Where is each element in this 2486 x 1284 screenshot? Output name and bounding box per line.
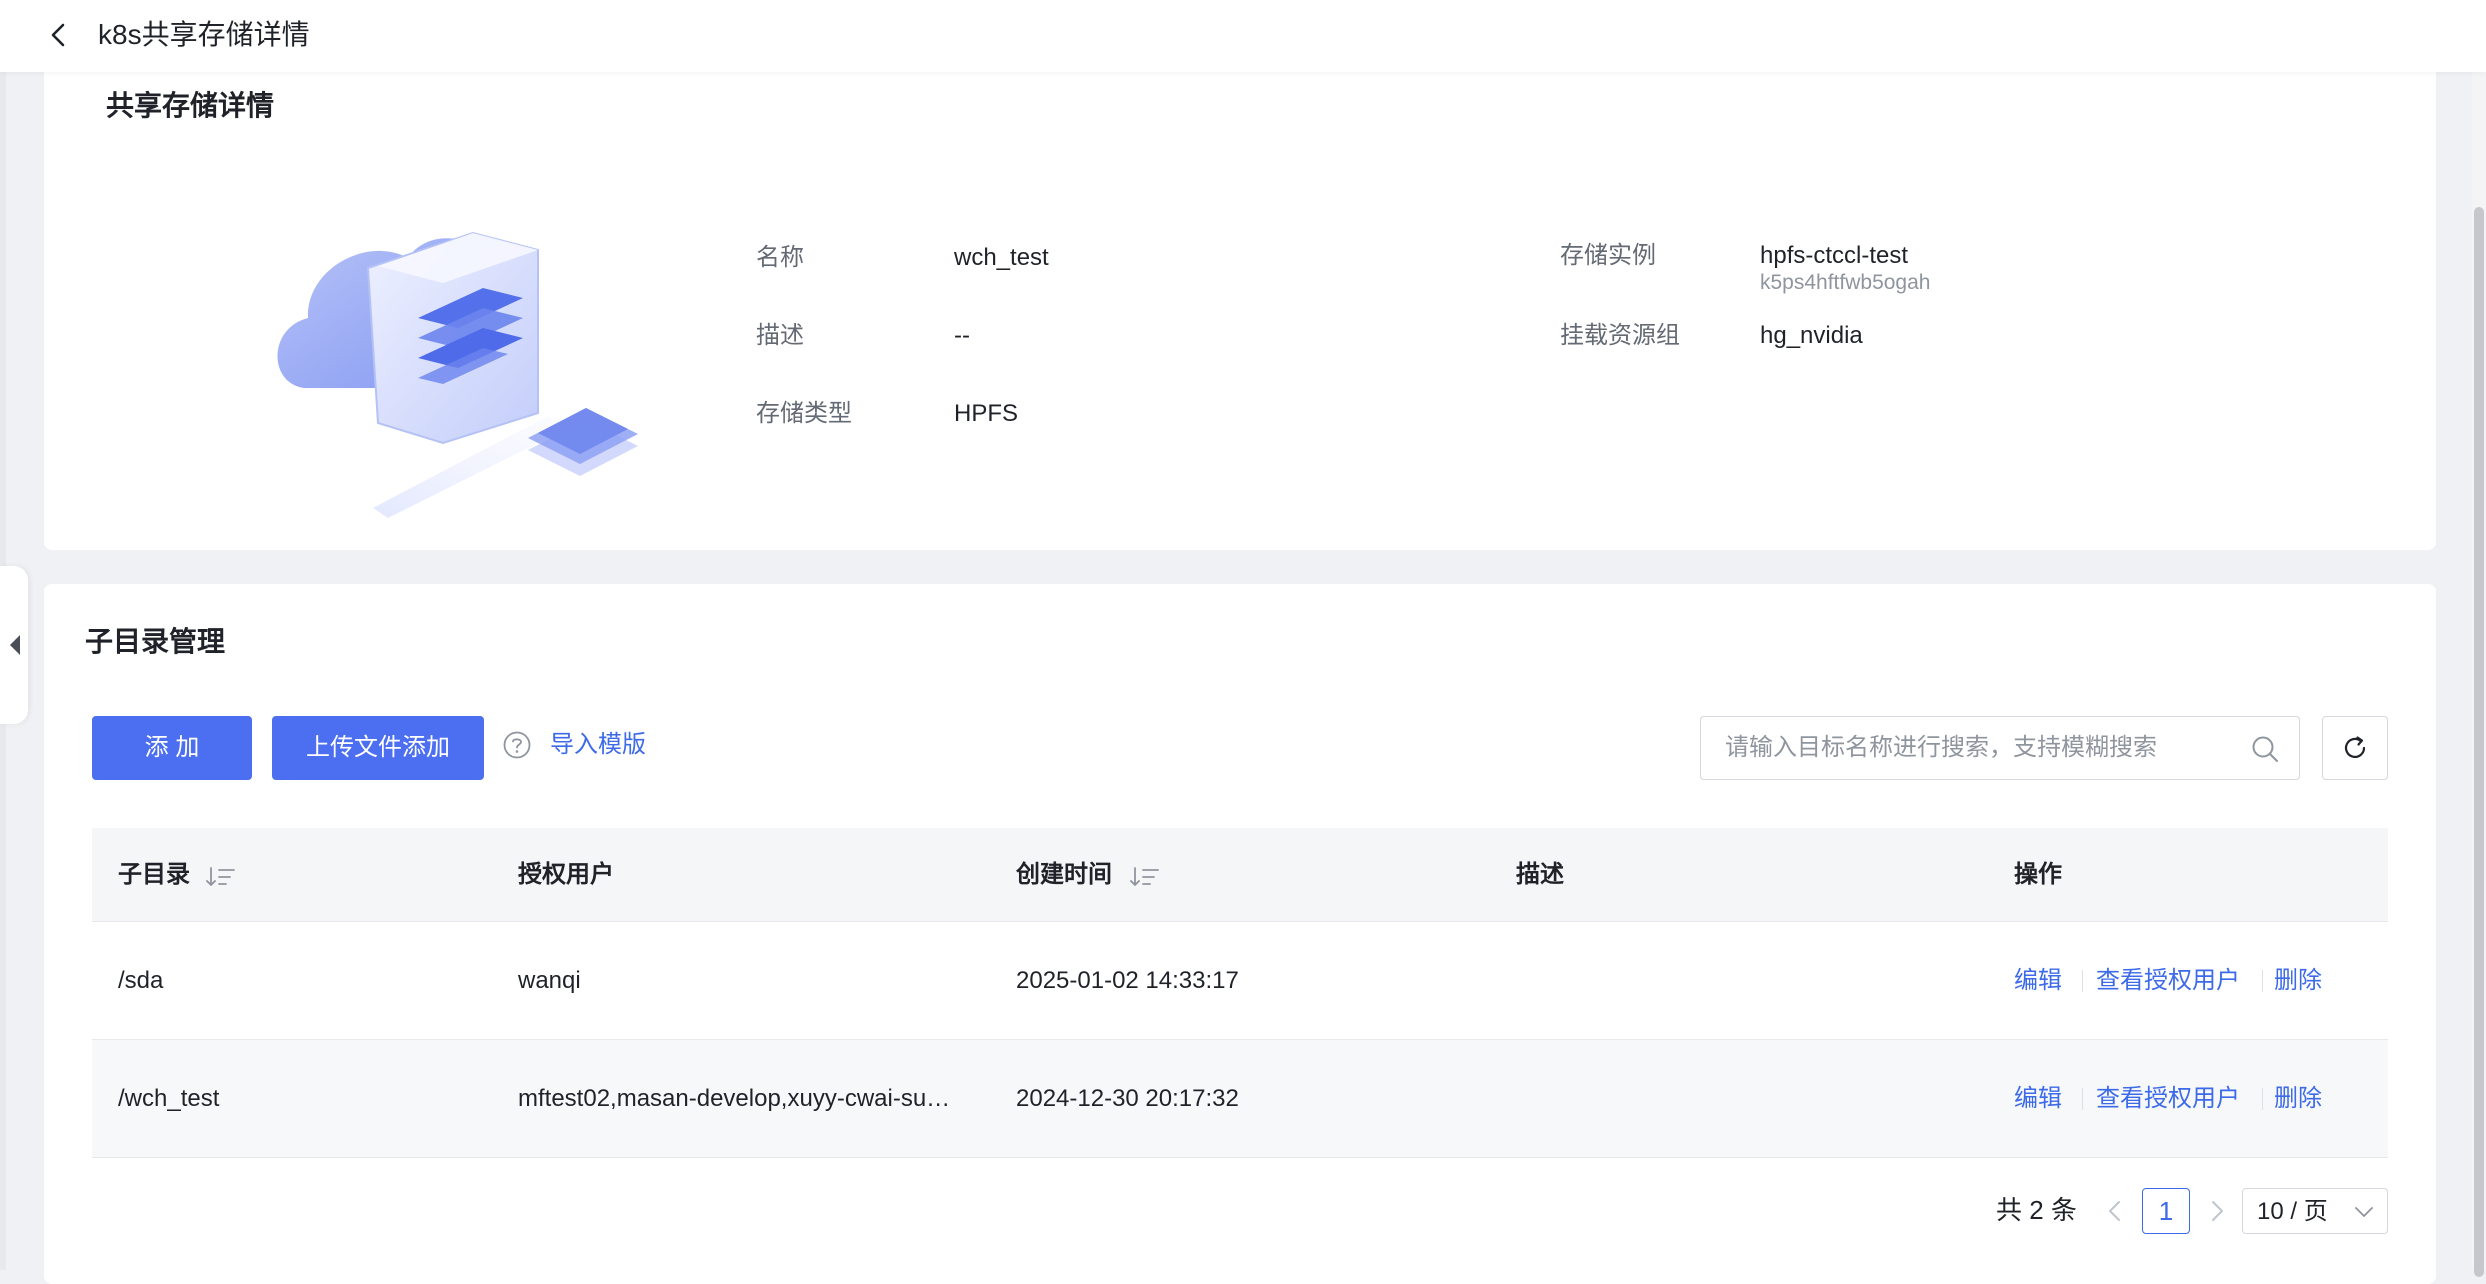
storage-type-label: 存储类型 xyxy=(756,400,852,427)
caret-left-icon xyxy=(10,635,20,655)
back-arrow-icon[interactable] xyxy=(44,20,74,50)
cell-created-time: 2024-12-30 20:17:32 xyxy=(1016,1085,1239,1112)
sidebar-collapse-handle[interactable] xyxy=(0,566,28,724)
table-row: /sda wanqi 2025-01-02 14:33:17 编辑 查看授权用户… xyxy=(92,922,2388,1040)
table-row: /wch_test mftest02,masan-develop,xuyy-cw… xyxy=(92,1040,2388,1158)
cell-created-time: 2025-01-02 14:33:17 xyxy=(1016,967,1239,994)
chevron-right-icon[interactable] xyxy=(2202,1196,2232,1226)
op-divider xyxy=(2082,970,2083,992)
subdirectory-card: 子目录管理 添 加 上传文件添加 导入模版 子目录 授权用户 创建时间 xyxy=(44,584,2436,1284)
column-header-authorized-users: 授权用户 xyxy=(518,861,614,888)
chevron-left-icon[interactable] xyxy=(2100,1196,2130,1226)
search-icon[interactable] xyxy=(2249,733,2281,765)
search-box xyxy=(1700,716,2300,780)
column-header-subdirectory: 子目录 xyxy=(118,861,190,888)
scrollbar-thumb[interactable] xyxy=(2474,207,2484,1277)
question-circle-icon[interactable] xyxy=(502,730,532,760)
cell-authorized-users: mftest02,masan-develop,xuyy-cwai-su… xyxy=(518,1085,951,1112)
column-header-description: 描述 xyxy=(1516,861,1564,888)
sort-icon[interactable] xyxy=(1130,866,1160,888)
name-value: wch_test xyxy=(954,244,1049,271)
op-divider xyxy=(2262,970,2263,992)
page-size-value: 10 / 页 xyxy=(2257,1198,2328,1225)
cell-subdirectory: /sda xyxy=(118,967,164,994)
upload-file-add-button[interactable]: 上传文件添加 xyxy=(272,716,484,780)
table-header: 子目录 授权用户 创建时间 描述 操作 xyxy=(92,828,2388,922)
refresh-icon xyxy=(2344,736,2366,759)
cell-subdirectory: /wch_test xyxy=(118,1085,220,1112)
storage-instance-id: k5ps4hftfwb5ogah xyxy=(1760,271,1931,294)
storage-detail-card: 共享存储详情 名称 wch_test 描述 -- 存储类型 HPFS 存储实例 … xyxy=(44,40,2436,550)
op-divider xyxy=(2082,1088,2083,1110)
edit-link[interactable]: 编辑 xyxy=(2014,1082,2062,1116)
delete-link[interactable]: 删除 xyxy=(2274,964,2322,998)
edit-link[interactable]: 编辑 xyxy=(2014,964,2062,998)
pagination-total: 共 2 条 xyxy=(1996,1195,2077,1225)
cloud-storage-illustration xyxy=(277,231,638,518)
description-value: -- xyxy=(954,322,970,349)
add-button[interactable]: 添 加 xyxy=(92,716,252,780)
refresh-button[interactable] xyxy=(2322,716,2388,780)
op-divider xyxy=(2262,1088,2263,1110)
delete-link[interactable]: 删除 xyxy=(2274,1082,2322,1116)
detail-section-title: 共享存储详情 xyxy=(106,90,275,121)
description-label: 描述 xyxy=(756,322,804,349)
subdirectory-section-title: 子目录管理 xyxy=(85,626,226,657)
page-title: k8s共享存储详情 xyxy=(98,19,310,50)
view-authorized-users-link[interactable]: 查看授权用户 xyxy=(2096,964,2240,998)
top-bar: k8s共享存储详情 xyxy=(0,0,2486,72)
cell-authorized-users: wanqi xyxy=(518,967,581,994)
storage-instance-label: 存储实例 xyxy=(1560,242,1656,269)
search-input[interactable] xyxy=(1703,719,2223,777)
column-header-created-time: 创建时间 xyxy=(1016,861,1112,888)
mount-group-label: 挂载资源组 xyxy=(1560,322,1680,349)
storage-type-value: HPFS xyxy=(954,400,1019,427)
import-template-link[interactable]: 导入模版 xyxy=(550,728,646,762)
view-authorized-users-link[interactable]: 查看授权用户 xyxy=(2096,1082,2240,1116)
storage-instance-value: hpfs-ctccl-test xyxy=(1760,242,1909,269)
sort-icon[interactable] xyxy=(206,866,236,888)
page-size-select[interactable]: 10 / 页 xyxy=(2242,1188,2388,1234)
mount-group-value: hg_nvidia xyxy=(1760,322,1863,349)
subdirectory-table: 子目录 授权用户 创建时间 描述 操作 /sda wanqi 2025-01-0… xyxy=(92,828,2388,1158)
chevron-down-icon xyxy=(2355,1207,2373,1217)
pagination-page-1[interactable]: 1 xyxy=(2142,1188,2190,1234)
column-header-operations: 操作 xyxy=(2014,861,2062,888)
name-label: 名称 xyxy=(756,244,804,271)
scrollbar-track[interactable] xyxy=(2472,72,2486,1277)
